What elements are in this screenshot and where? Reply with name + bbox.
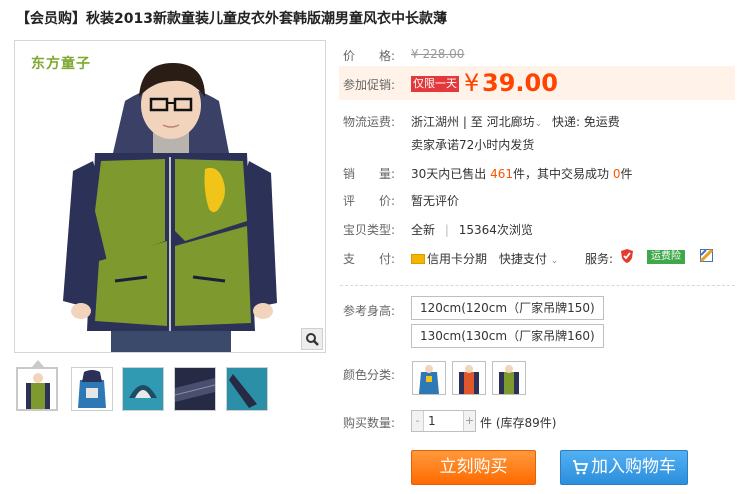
type-label: 宝贝类型:: [343, 223, 396, 237]
type-value: 全新: [411, 223, 436, 237]
credit-installment-label: 信用卡分期: [427, 252, 488, 266]
sales-suffix: 件: [620, 167, 633, 181]
increase-button[interactable]: +: [463, 411, 475, 431]
thumbnail-sleeve-detail[interactable]: [174, 367, 216, 411]
original-price: ¥ 228.00: [411, 47, 465, 61]
ship-from: 浙江湖州: [411, 115, 460, 129]
stock-info: 件 (库存89件): [480, 416, 557, 430]
brand-logo: 东方童子: [31, 56, 91, 72]
type-separator: |: [444, 223, 449, 237]
ship-destination-select[interactable]: 河北廊坊⌄: [487, 115, 543, 129]
thumbnail-back-view[interactable]: [71, 367, 113, 411]
thumbnail-front-image: [26, 373, 50, 409]
blue-jacket-image: [419, 365, 439, 394]
ship-separator: |: [462, 115, 467, 129]
thumbnail-hood-detail[interactable]: [122, 367, 164, 411]
promo-price: 39.00: [482, 69, 558, 97]
chevron-down-icon: ⌄: [534, 119, 543, 129]
quantity-input[interactable]: [425, 411, 463, 431]
sales-prefix: 30天内已售出: [411, 167, 487, 181]
decrease-button[interactable]: -: [412, 411, 424, 431]
promo-tag: 仅限一天: [411, 76, 459, 92]
active-thumbnail-arrow: [32, 360, 44, 367]
quick-pay[interactable]: 快捷支付 ⌄: [499, 252, 558, 266]
thumbnail-cuff-image: [227, 368, 267, 410]
product-title: 【会员购】秋装2013新款童装儿童皮衣外套韩版潮男童风衣中长款薄: [16, 11, 447, 27]
orange-jacket-image: [459, 365, 479, 394]
color-swatch-green[interactable]: [492, 361, 526, 395]
color-swatch-orange[interactable]: [452, 361, 486, 395]
size-option-130[interactable]: 130cm(130cm（厂家吊牌160): [411, 324, 604, 348]
shipping-label: 物流运费:: [343, 115, 396, 129]
sales-success-count: 0: [612, 167, 621, 181]
view-count: 15364次浏览: [458, 223, 533, 237]
rating-label: 评 价:: [343, 194, 396, 208]
guarantee-icon[interactable]: [700, 249, 713, 262]
sales-middle: 件，其中交易成功: [513, 167, 610, 181]
cart-icon: [573, 460, 588, 475]
price-label: 价 格:: [343, 49, 396, 63]
thumbnail-cuff-detail[interactable]: [226, 367, 268, 411]
credit-installment[interactable]: 信用卡分期: [411, 252, 487, 266]
sales-count: 461: [490, 167, 514, 181]
ship-to: 河北廊坊: [486, 115, 535, 129]
color-swatch-blue[interactable]: [412, 361, 446, 395]
ship-to-prefix: 至: [470, 115, 483, 129]
buy-now-button[interactable]: 立刻购买: [411, 450, 536, 485]
shield-icon[interactable]: [620, 248, 634, 264]
color-label: 颜色分类:: [343, 368, 396, 382]
rating-value: 暂无评价: [411, 194, 460, 208]
payment-options: 信用卡分期 快捷支付 ⌄: [411, 250, 558, 267]
green-jacket-image: [499, 365, 519, 394]
quick-pay-label: 快捷支付: [498, 252, 547, 266]
quantity-stepper: - +: [411, 410, 476, 432]
express-fee: 快递: 免运费: [551, 115, 620, 129]
thumbnail-sleeve-image: [175, 368, 215, 410]
shipping-route: 浙江湖州 | 至 河北廊坊⌄ 快递: 免运费: [411, 113, 620, 130]
thumbnail-front-view[interactable]: [16, 367, 58, 411]
shipping-note: 卖家承诺72小时内发货: [411, 138, 535, 152]
promo-currency: ¥: [464, 69, 480, 97]
sales-info: 30天内已售出 461件，其中交易成功 0件: [411, 165, 633, 182]
magnifier-icon: [306, 333, 319, 346]
credit-card-icon: [411, 254, 425, 264]
thumbnail-back-image: [78, 370, 106, 408]
service-label: 服务:: [585, 252, 614, 266]
main-product-image[interactable]: 东方童子: [14, 40, 326, 353]
zoom-button[interactable]: [301, 328, 323, 350]
chevron-down-icon: ⌄: [550, 256, 559, 266]
promo-label: 参加促销:: [343, 78, 396, 92]
size-option-120[interactable]: 120cm(120cm（厂家吊牌150): [411, 296, 604, 320]
payment-label: 支 付:: [343, 252, 396, 266]
section-divider: [340, 285, 735, 286]
boy-jacket-photo: [63, 63, 277, 352]
add-to-cart-button[interactable]: 加入购物车: [560, 450, 688, 485]
thumbnail-hood-image: [123, 368, 163, 410]
shipping-insurance-badge[interactable]: 运费险: [647, 250, 685, 264]
size-label: 参考身高:: [343, 304, 396, 318]
sales-label: 销 量:: [343, 167, 396, 181]
add-to-cart-label: 加入购物车: [591, 457, 676, 477]
type-info: 全新 | 15364次浏览: [411, 221, 533, 238]
quantity-label: 购买数量:: [343, 416, 396, 430]
